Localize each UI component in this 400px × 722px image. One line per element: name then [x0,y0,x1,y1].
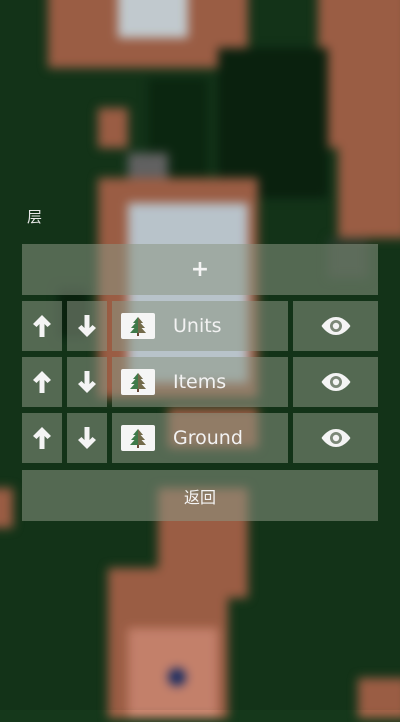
arrow-up-icon [31,369,53,395]
layer-name-label: Ground [173,427,243,449]
move-layer-down-button[interactable] [67,357,107,407]
move-layer-down-button[interactable] [67,413,107,463]
tree-icon [121,369,155,395]
arrow-down-icon [76,425,98,451]
eye-icon [320,315,352,337]
toggle-visibility-button[interactable] [293,357,378,407]
layer-name-button[interactable]: Units [112,301,288,351]
back-button[interactable]: 返回 [22,470,378,521]
dialog-title: 层 [27,208,43,226]
toggle-visibility-button[interactable] [293,413,378,463]
move-layer-up-button[interactable] [22,357,62,407]
tree-icon [121,425,155,451]
layer-name-label: Items [173,371,227,393]
move-layer-down-button[interactable] [67,301,107,351]
arrow-down-icon [76,369,98,395]
eye-icon [320,427,352,449]
back-button-label: 返回 [183,487,216,507]
layer-name-button[interactable]: Ground [112,413,288,463]
move-layer-up-button[interactable] [22,301,62,351]
arrow-up-icon [31,313,53,339]
layer-name-label: Units [173,315,222,337]
move-layer-up-button[interactable] [22,413,62,463]
arrow-down-icon [76,313,98,339]
plus-icon: + [190,257,210,282]
tree-icon [121,313,155,339]
layer-name-button[interactable]: Items [112,357,288,407]
arrow-up-icon [31,425,53,451]
overlay-dim [0,0,400,710]
eye-icon [320,371,352,393]
toggle-visibility-button[interactable] [293,301,378,351]
add-layer-button[interactable]: + [22,244,378,295]
